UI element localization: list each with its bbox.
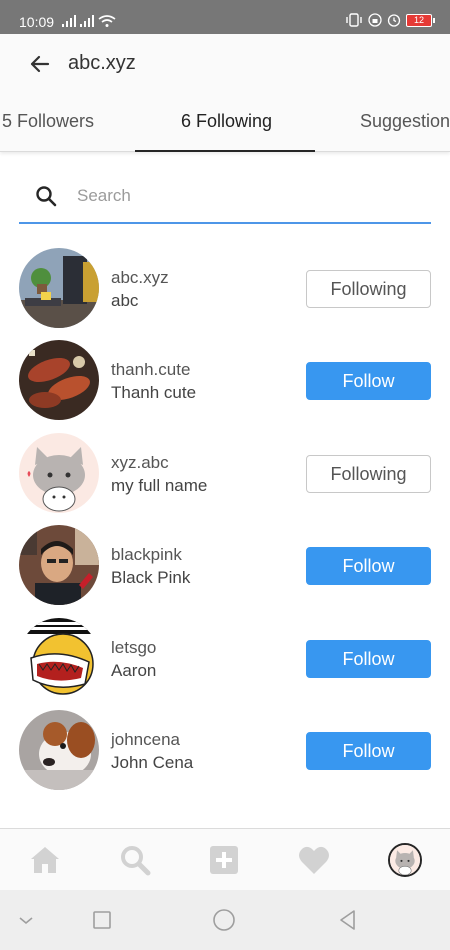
avatar[interactable] — [19, 525, 99, 605]
vibrate-icon — [346, 13, 362, 27]
back-arrow-icon[interactable] — [28, 52, 52, 76]
follow-button[interactable]: Follow — [306, 362, 431, 400]
avatar[interactable] — [19, 248, 99, 328]
status-time: 10:09 — [19, 14, 55, 30]
full-name: Aaron — [111, 661, 157, 680]
avatar-image-meme — [19, 618, 99, 698]
username[interactable]: xyz.abc — [111, 451, 207, 474]
profile-cat-icon — [390, 845, 420, 875]
chevron-down-icon[interactable] — [14, 908, 38, 932]
avatar[interactable] — [19, 433, 99, 513]
signal-icon — [62, 15, 76, 27]
username[interactable]: thanh.cute — [111, 358, 196, 381]
back-triangle-icon[interactable] — [336, 908, 360, 932]
following-button[interactable]: Following — [306, 270, 431, 308]
recents-icon[interactable] — [90, 908, 114, 932]
avatar[interactable] — [19, 710, 99, 790]
wifi-icon — [98, 15, 116, 27]
full-name: Thanh cute — [111, 383, 197, 402]
search-icon[interactable] — [118, 843, 152, 877]
tab-suggestions[interactable]: Suggestion — [360, 111, 450, 132]
username[interactable]: letsgo — [111, 636, 156, 659]
signal-icon-2 — [80, 15, 94, 27]
status-right-icons: 12 — [345, 13, 435, 27]
username[interactable]: johncena — [111, 728, 193, 751]
avatar-image-desk — [19, 248, 99, 328]
home-circle-icon[interactable] — [212, 908, 236, 932]
search-input[interactable] — [77, 182, 407, 210]
page-title: abc.xyz — [68, 52, 136, 74]
search-bar — [19, 170, 431, 224]
list-item: blackpink Black Pink Follow — [0, 517, 450, 609]
list-item: letsgo Aaron Follow — [0, 610, 450, 702]
list-item: johncena John Cena Follow — [0, 702, 450, 794]
lock-rotation-icon — [368, 13, 382, 27]
home-icon[interactable] — [28, 843, 62, 877]
tab-bar: 5 Followers 6 Following Suggestion — [0, 94, 450, 152]
search-icon — [36, 186, 57, 207]
avatar[interactable] — [19, 618, 99, 698]
tab-followers[interactable]: 5 Followers — [2, 111, 94, 132]
tab-following[interactable]: 6 Following — [181, 111, 272, 132]
alarm-icon — [387, 14, 401, 27]
avatar-image-dog — [19, 710, 99, 790]
full-name: my full name — [111, 476, 208, 495]
status-bar: 10:09 12 — [0, 0, 450, 34]
active-tab-indicator — [135, 150, 315, 152]
add-icon[interactable] — [207, 843, 241, 877]
heart-icon[interactable] — [297, 843, 331, 877]
avatar-image-person — [19, 525, 99, 605]
avatar-image-cat — [19, 433, 99, 513]
full-name: abc — [111, 291, 139, 310]
follow-button[interactable]: Follow — [306, 547, 431, 585]
battery-icon: 12 — [406, 13, 435, 27]
avatar-image-food — [19, 340, 99, 420]
list-item: thanh.cute Thanh cute Follow — [0, 332, 450, 424]
follow-button[interactable]: Follow — [306, 732, 431, 770]
full-name: John Cena — [111, 753, 194, 772]
follow-button[interactable]: Follow — [306, 640, 431, 678]
system-navigation-bar — [0, 890, 450, 950]
app-header: abc.xyz — [0, 34, 450, 94]
list-item: abc.xyz abc Following — [0, 240, 450, 332]
avatar[interactable] — [19, 340, 99, 420]
list-item: xyz.abc my full name Following — [0, 425, 450, 517]
full-name: Black Pink — [111, 568, 191, 587]
username[interactable]: blackpink — [111, 543, 190, 566]
profile-avatar[interactable] — [388, 843, 422, 877]
username[interactable]: abc.xyz — [111, 266, 169, 289]
following-button[interactable]: Following — [306, 455, 431, 493]
bottom-navigation — [0, 828, 450, 890]
